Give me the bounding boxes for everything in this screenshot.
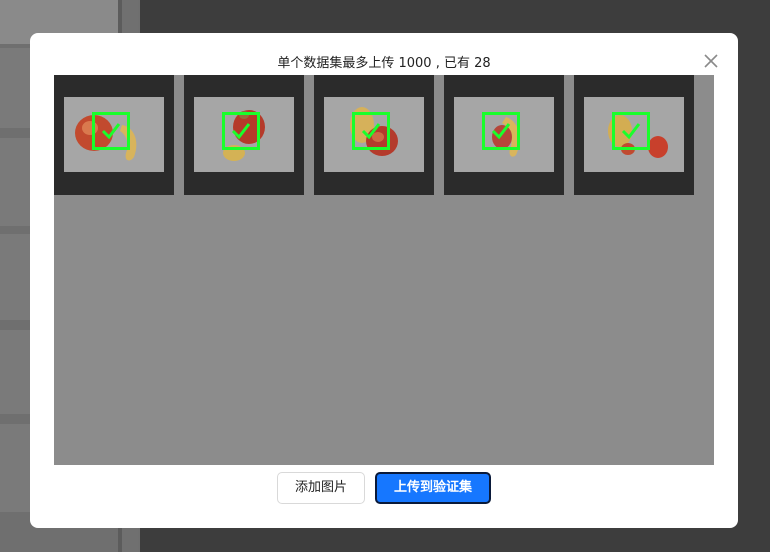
image-thumbnail[interactable] bbox=[54, 75, 174, 195]
image-thumbnail[interactable] bbox=[184, 75, 304, 195]
image-thumbnail[interactable] bbox=[314, 75, 434, 195]
upload-to-validation-set-button[interactable]: 上传到验证集 bbox=[375, 472, 491, 504]
check-icon bbox=[101, 123, 121, 140]
image-thumbnail[interactable] bbox=[574, 75, 694, 195]
selected-checkbox[interactable] bbox=[482, 112, 520, 150]
selected-checkbox[interactable] bbox=[92, 112, 130, 150]
add-image-button[interactable]: 添加图片 bbox=[277, 472, 365, 504]
dialog-title: 单个数据集最多上传 1000 , 已有 28 bbox=[277, 56, 491, 71]
selected-checkbox[interactable] bbox=[222, 112, 260, 150]
selected-checkbox[interactable] bbox=[612, 112, 650, 150]
check-icon bbox=[231, 123, 251, 140]
close-button[interactable] bbox=[702, 52, 720, 70]
image-gallery[interactable] bbox=[54, 75, 714, 465]
upload-dialog: 单个数据集最多上传 1000 , 已有 28 添加图片 上传到验证集 bbox=[30, 33, 738, 528]
close-icon bbox=[704, 54, 718, 68]
check-icon bbox=[491, 123, 511, 140]
image-thumbnail[interactable] bbox=[444, 75, 564, 195]
check-icon bbox=[361, 123, 381, 140]
check-icon bbox=[621, 123, 641, 140]
selected-checkbox[interactable] bbox=[352, 112, 390, 150]
